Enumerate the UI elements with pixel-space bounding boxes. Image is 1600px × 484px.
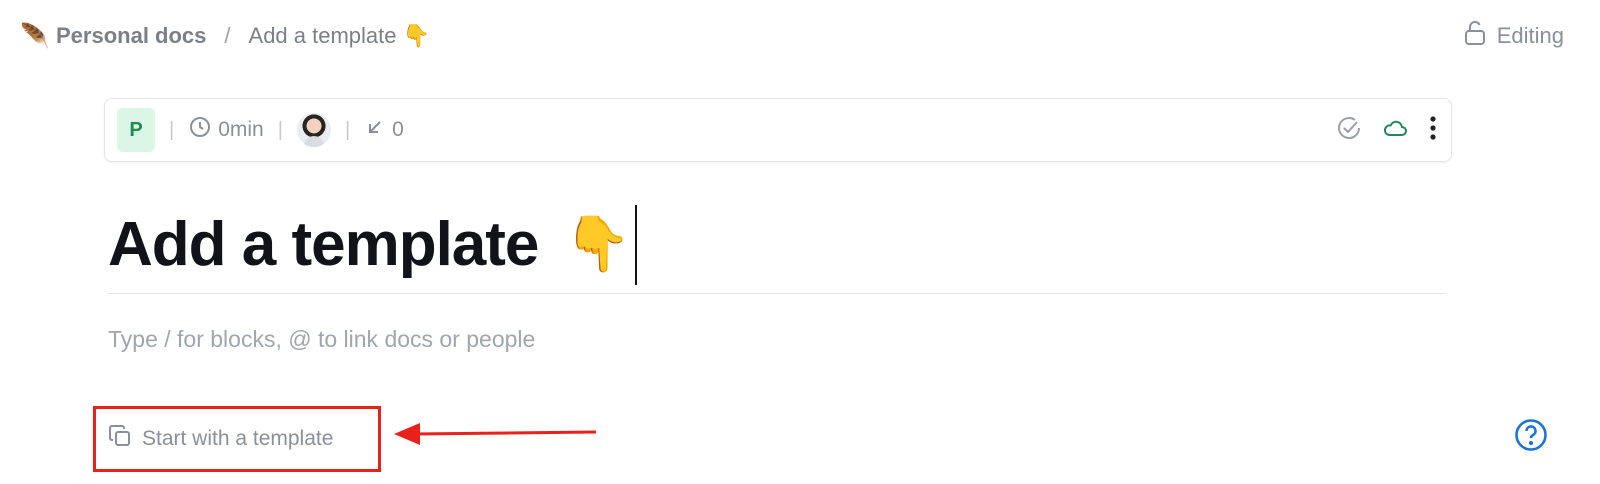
help-button[interactable] <box>1514 418 1548 452</box>
meta-right <box>1335 114 1439 147</box>
avatar[interactable] <box>296 113 331 147</box>
breadcrumb: 🪶 Personal docs / Add a template 👇 <box>20 22 430 51</box>
check-circle-icon[interactable] <box>1335 114 1363 147</box>
divider: | <box>277 118 283 141</box>
page: 🪶 Personal docs / Add a template 👇 Editi… <box>0 0 1600 484</box>
start-template-label: Start with a template <box>142 427 334 450</box>
copy-icon <box>108 424 132 454</box>
backlinks[interactable]: 0 <box>364 116 404 144</box>
clock-icon <box>188 115 212 145</box>
breadcrumb-separator: / <box>224 23 231 48</box>
breadcrumb-doc[interactable]: Add a template 👇 <box>249 23 431 49</box>
doc-icon-badge[interactable]: P <box>117 108 155 152</box>
text-caret <box>634 204 637 285</box>
help-icon <box>1514 419 1548 455</box>
editor-placeholder[interactable]: Type / for blocks, @ to link docs or peo… <box>108 326 535 353</box>
more-vertical-icon[interactable] <box>1427 114 1439 147</box>
annotation-arrow-icon <box>394 423 597 445</box>
backlinks-count: 0 <box>392 118 404 141</box>
meta-left: P | 0min | | 0 <box>117 108 404 152</box>
start-template-button[interactable]: Start with a template <box>108 422 333 456</box>
top-header: 🪶 Personal docs / Add a template 👇 Editi… <box>0 0 1600 72</box>
read-time: 0min <box>188 115 264 145</box>
read-time-value: 0min <box>218 118 264 141</box>
title-area[interactable]: Add a template 👇 <box>108 196 1446 294</box>
editing-toggle[interactable]: Editing <box>1463 20 1564 52</box>
breadcrumb-space[interactable]: Personal docs <box>56 23 206 49</box>
unlock-icon <box>1463 20 1487 52</box>
doc-meta-bar: P | 0min | | 0 <box>104 98 1452 162</box>
title-emoji: 👇 <box>564 214 631 274</box>
divider: | <box>169 118 175 141</box>
workspace-icon[interactable]: 🪶 <box>20 22 50 51</box>
divider: | <box>344 118 351 141</box>
editing-label: Editing <box>1496 23 1564 48</box>
cloud-icon[interactable] <box>1381 116 1409 145</box>
backlink-icon <box>364 116 386 144</box>
doc-title-text: Add a template <box>108 210 539 279</box>
doc-title[interactable]: Add a template 👇 <box>108 204 637 285</box>
